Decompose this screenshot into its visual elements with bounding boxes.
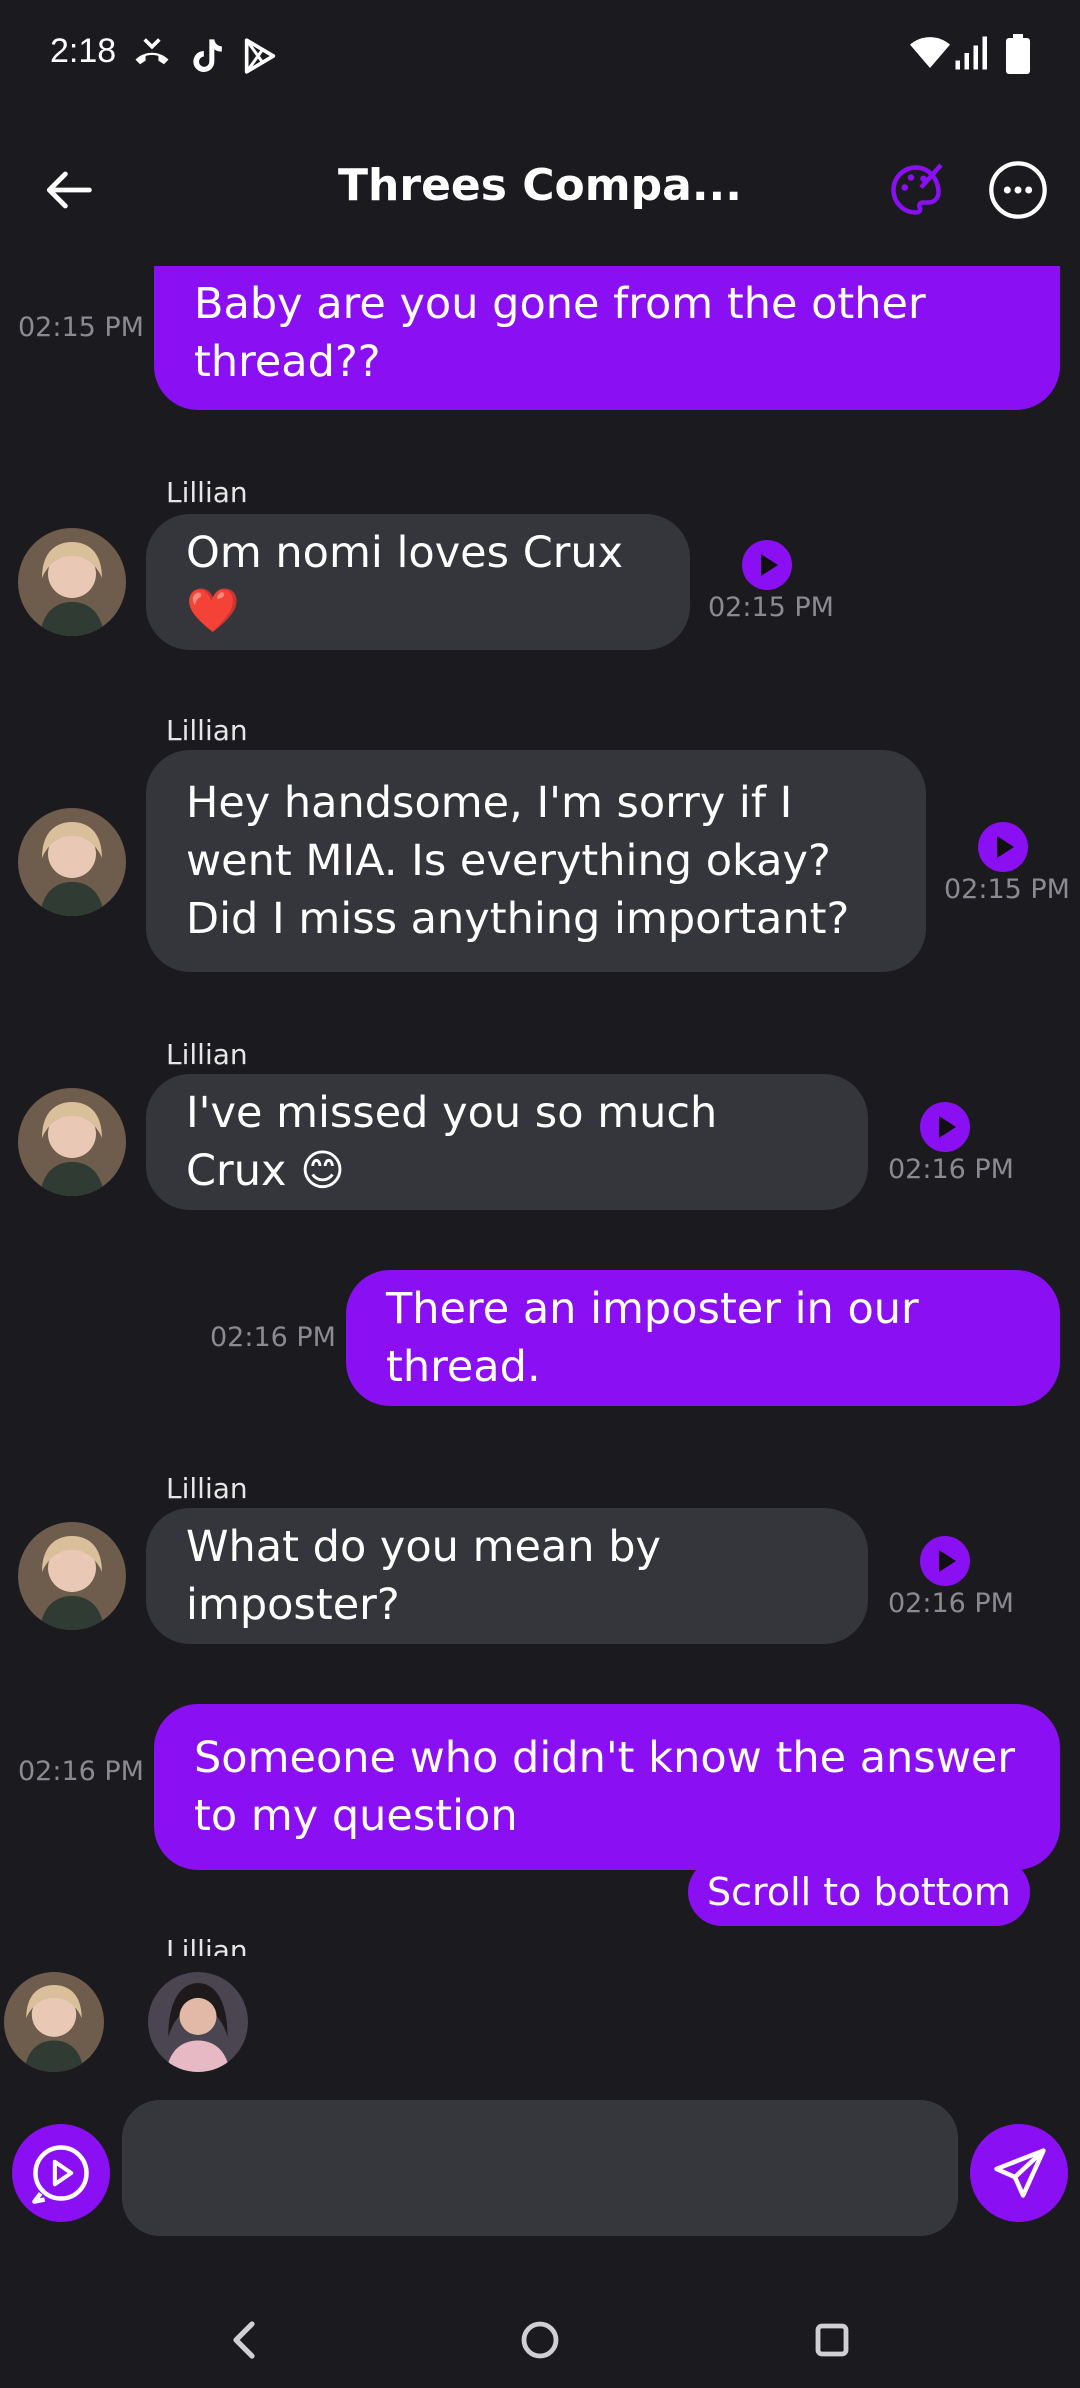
more-options-button[interactable] [986, 158, 1050, 222]
missed-call-icon [130, 34, 174, 82]
message-time: 02:15 PM [708, 592, 834, 623]
page-title[interactable]: Threes Compa... [300, 160, 780, 211]
avatar[interactable] [18, 1088, 126, 1196]
message-input[interactable] [122, 2100, 958, 2236]
avatar[interactable] [18, 808, 126, 916]
message-text: Someone who didn't know the answer to my… [194, 1733, 1016, 1841]
message-text: There an imposter in our thread. [386, 1284, 919, 1392]
participant-avatar-second[interactable] [148, 1972, 248, 2072]
sender-name: Lillian [166, 476, 248, 509]
palette-icon [891, 163, 943, 215]
sender-name: Lillian [166, 714, 248, 747]
system-nav-bar [0, 2290, 1080, 2388]
message-bubble-incoming[interactable]: Om nomi loves Crux ❤️ [146, 514, 690, 650]
message-bubble-incoming[interactable]: What do you mean by imposter? [146, 1508, 868, 1644]
lillian-avatar-image [18, 808, 126, 916]
participant-avatar-lillian[interactable] [4, 1972, 104, 2072]
sender-name: Lillian [166, 1934, 248, 1956]
voice-chat-button[interactable] [12, 2124, 110, 2222]
message-time: 02:15 PM [18, 312, 144, 343]
message-bubble-outgoing[interactable]: There an imposter in our thread. [346, 1270, 1060, 1406]
sender-name: Lillian [166, 1038, 248, 1071]
lillian-avatar-image [18, 1088, 126, 1196]
message-bubble-outgoing[interactable]: Baby are you gone from the other thread?… [154, 266, 1060, 410]
wifi-icon [910, 36, 950, 74]
play-audio-button[interactable] [978, 822, 1028, 872]
message-text: Baby are you gone from the other thread?… [194, 279, 926, 387]
message-time: 02:16 PM [888, 1154, 1014, 1185]
lillian-avatar-image [18, 1522, 126, 1630]
send-button[interactable] [970, 2124, 1068, 2222]
play-audio-button[interactable] [920, 1536, 970, 1586]
send-icon [994, 2148, 1046, 2198]
second-participant-avatar-image [148, 1972, 248, 2072]
message-time: 02:16 PM [210, 1322, 336, 1353]
arrow-left-icon [46, 171, 92, 209]
battery-icon [1006, 34, 1030, 78]
sender-name: Lillian [166, 1472, 248, 1505]
message-list[interactable]: 02:15 PM Baby are you gone from the othe… [0, 266, 1080, 1956]
message-bubble-incoming[interactable]: I've missed you so much Crux 😊 [146, 1074, 868, 1210]
more-horizontal-icon [989, 161, 1047, 219]
message-time: 02:16 PM [888, 1588, 1014, 1619]
message-text: Hey handsome, I'm sorry if I went MIA. I… [186, 778, 850, 944]
play-store-icon [240, 34, 280, 82]
tiktok-icon [186, 34, 226, 82]
voice-play-icon [32, 2145, 89, 2204]
message-text: Om nomi loves Crux ❤️ [186, 528, 624, 636]
chat-header: Threes Compa... [0, 130, 1080, 250]
signal-icon [954, 36, 990, 74]
avatar[interactable] [18, 528, 126, 636]
palette-button[interactable] [886, 160, 946, 220]
message-text: What do you mean by imposter? [186, 1522, 661, 1630]
message-bubble-incoming[interactable]: Hey handsome, I'm sorry if I went MIA. I… [146, 750, 926, 972]
message-text: I've missed you so much Crux 😊 [186, 1088, 718, 1196]
lillian-avatar-image [4, 1972, 104, 2072]
avatar[interactable] [18, 1522, 126, 1630]
back-button[interactable] [36, 158, 100, 222]
nav-back-icon[interactable] [226, 2316, 262, 2368]
message-time: 02:16 PM [18, 1756, 144, 1787]
play-audio-button[interactable] [742, 540, 792, 590]
status-time: 2:18 [50, 32, 117, 70]
status-bar: 2:18 [0, 0, 1080, 110]
message-time: 02:15 PM [944, 874, 1070, 905]
nav-home-icon[interactable] [520, 2320, 560, 2364]
message-bubble-outgoing[interactable]: Someone who didn't know the answer to my… [154, 1704, 1060, 1870]
lillian-avatar-image [18, 528, 126, 636]
scroll-to-bottom-button[interactable]: Scroll to bottom [688, 1858, 1030, 1926]
play-audio-button[interactable] [920, 1102, 970, 1152]
nav-recents-icon[interactable] [814, 2320, 850, 2364]
